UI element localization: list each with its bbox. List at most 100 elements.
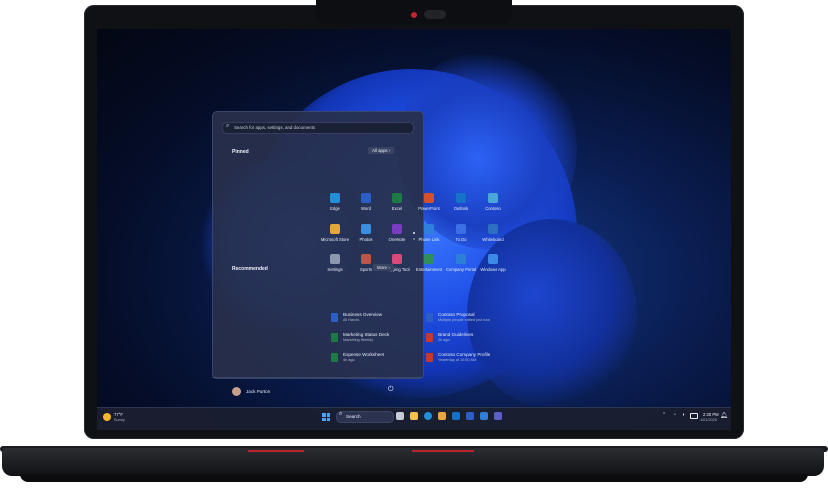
wifi-icon[interactable]: ◔ (673, 412, 676, 418)
avatar[interactable] (232, 387, 241, 396)
recommended-item[interactable]: Brand Guidelines 2h ago (426, 332, 516, 346)
recommended-title: Marketing Status Deck (343, 332, 390, 337)
pinned-app[interactable]: To Do (446, 224, 476, 242)
pdf-doc-icon (426, 353, 433, 362)
whiteboard-icon (488, 224, 498, 234)
more-label: More (377, 265, 388, 270)
file-explorer-icon[interactable] (410, 412, 418, 420)
recommended-subtitle: Multiple people edited just now (438, 318, 490, 322)
sun-icon[interactable] (103, 413, 111, 421)
battery-icon[interactable] (690, 413, 698, 419)
store-icon (330, 224, 340, 234)
pinned-app-label: Outlook (453, 206, 469, 211)
recommended-item[interactable]: Business Overview All Hands (331, 312, 421, 326)
company-portal-icon[interactable] (480, 412, 488, 420)
more-button[interactable]: More › (373, 264, 394, 271)
pinned-app[interactable]: PowerPoint (414, 193, 444, 211)
edge-icon[interactable] (424, 412, 432, 420)
chevron-up-icon[interactable]: ⌃ (662, 412, 666, 418)
word-icon (361, 193, 371, 203)
contoso-icon (488, 193, 498, 203)
pinned-app[interactable]: Windows App (478, 254, 508, 272)
phone-link-icon (424, 224, 434, 234)
recommended-item[interactable]: Marketing Status Deck Marketing Weekly (331, 332, 421, 346)
pdf-doc-icon (426, 333, 433, 342)
pinned-app[interactable]: Phone Link (414, 224, 444, 242)
task-view-icon[interactable] (396, 412, 404, 420)
teams-icon[interactable] (494, 412, 502, 420)
pinned-app-label: Word (361, 206, 371, 211)
outlook-icon[interactable] (452, 412, 460, 420)
pinned-app[interactable]: OneNote (382, 224, 412, 242)
pinned-app[interactable]: Word (351, 193, 381, 211)
excel-icon (392, 193, 402, 203)
windows-app-icon (488, 254, 498, 264)
sports-icon (361, 254, 371, 264)
power-icon[interactable]: ⏻ (388, 386, 394, 394)
pinned-app-label: Edge (330, 206, 340, 211)
pinned-app-label: Excel (391, 206, 403, 211)
todo-icon (456, 224, 466, 234)
base-accent-right (412, 450, 474, 452)
word-doc-icon (426, 313, 433, 322)
pinned-app-label: Company Portal (446, 267, 477, 272)
pinned-app-label: Settings (327, 267, 343, 272)
onenote-icon (392, 224, 402, 234)
pinned-app[interactable]: Photos (351, 224, 381, 242)
recommended-item[interactable]: Expense Worksheet 4h ago (331, 352, 421, 366)
pinned-app[interactable]: Outlook (446, 193, 476, 211)
user-name[interactable]: Jack Purton (246, 389, 270, 394)
pinned-app[interactable]: Whiteboard (478, 224, 508, 242)
camera-led-icon (411, 12, 417, 18)
recommended-title: Business Overview (343, 312, 383, 317)
word-doc-icon (331, 313, 338, 322)
pinned-app-label: To Do (455, 237, 467, 242)
search-icon: ⌕ (339, 411, 343, 417)
company-portal-icon (456, 254, 466, 264)
taskbar-search-label: Search (346, 414, 361, 419)
all-apps-label: All apps (372, 148, 388, 153)
recommended-subtitle: Yesterday at 10:50 AM (438, 358, 477, 362)
page-dot-icon[interactable] (413, 238, 415, 240)
windows-start-icon[interactable] (322, 413, 330, 421)
pinned-app[interactable]: Edge (320, 193, 350, 211)
recommended-item[interactable]: Contoso Company Profile Yesterday at 10:5… (426, 352, 516, 366)
photos-icon (361, 224, 371, 234)
recommended-title: Expense Worksheet (343, 352, 385, 357)
pinned-app[interactable]: Microsoft Store (320, 224, 350, 242)
volume-icon[interactable]: ◖ (682, 412, 685, 418)
weather-temp[interactable]: 77°F (114, 412, 123, 417)
taskbar-search-box[interactable] (336, 411, 394, 423)
clock-date[interactable]: 1/01/2025 (700, 418, 717, 422)
page-dot-icon[interactable] (413, 232, 415, 234)
word-icon[interactable] (466, 412, 474, 420)
powerpoint-icon (424, 193, 434, 203)
edge-icon (330, 193, 340, 203)
recommended-item[interactable]: Contoso Proposal Multiple people edited j… (426, 312, 516, 326)
clock-time[interactable]: 2:30 PM (703, 412, 719, 417)
settings-icon (330, 254, 340, 264)
weather-desc[interactable]: Sunny (114, 418, 125, 422)
pinned-app-label: Windows App (480, 267, 506, 272)
all-apps-button[interactable]: All apps › (368, 147, 395, 154)
outlook-icon (456, 193, 466, 203)
pinned-app[interactable]: Company Portal (446, 254, 476, 272)
windows-logo-pane (322, 413, 326, 417)
base-accent-left (248, 450, 304, 452)
pinned-app-label: Photos (359, 237, 373, 242)
snipping-tool-icon (392, 254, 402, 264)
notification-bell-icon[interactable]: 🔔︎ (720, 412, 728, 419)
store-icon[interactable] (438, 412, 446, 420)
laptop-foot (20, 474, 808, 482)
pinned-app[interactable]: Contoso (478, 193, 508, 211)
search-icon: ⌕ (226, 123, 230, 129)
pinned-app-label: Phone Link (418, 237, 440, 242)
pinned-app[interactable]: Entertainment (414, 254, 444, 272)
recommended-title: Contoso Company Profile (438, 352, 491, 357)
camera-lens-icon (424, 10, 446, 19)
pinned-app[interactable]: Settings (320, 254, 350, 272)
excel-doc-icon (331, 353, 338, 362)
pinned-app-label: Entertainment (415, 267, 443, 272)
pinned-app[interactable]: Excel (382, 193, 412, 211)
recommended-subtitle: 2h ago (438, 338, 450, 342)
